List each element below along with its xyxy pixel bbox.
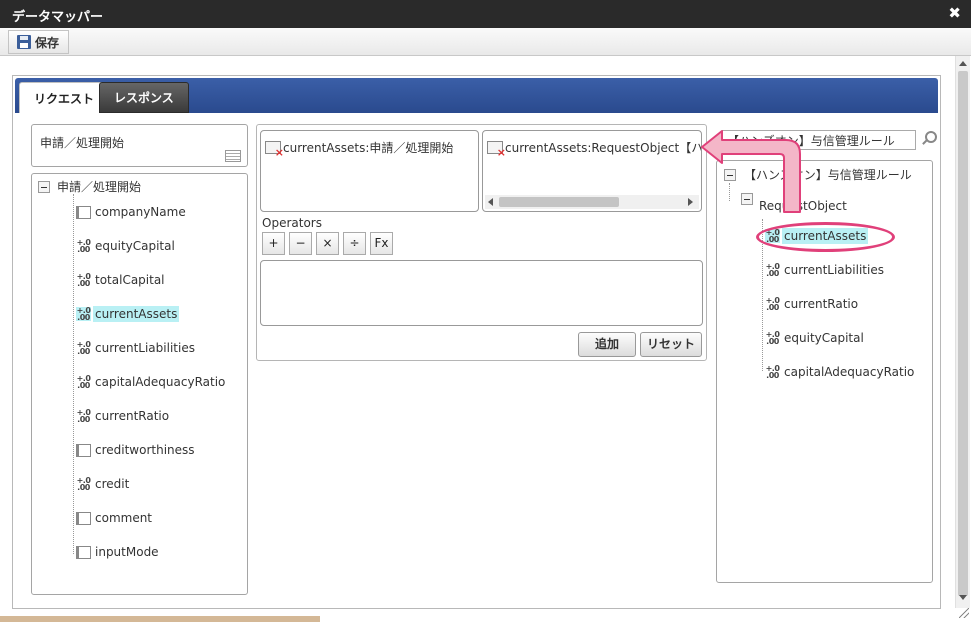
toolbar: 保存 <box>0 28 971 56</box>
save-button-label: 保存 <box>35 35 60 50</box>
tree-node-label: currentLiabilities <box>95 341 195 355</box>
tree-node[interactable]: +.0.00 capitalAdequacyRatio <box>765 363 916 381</box>
tree-node-label: equityCapital <box>784 331 864 345</box>
number-icon: +.0.00 <box>76 272 91 288</box>
tree-connector-line <box>73 194 74 554</box>
request-object-node[interactable]: RequestObject <box>741 191 849 214</box>
scroll-left-icon[interactable] <box>488 198 493 206</box>
tree-node[interactable]: +.0.00 credit <box>76 475 131 493</box>
tree-root-label: 申請／処理開始 <box>57 180 142 194</box>
tree-node[interactable]: creditworthiness <box>76 441 197 459</box>
tree-node-label: capitalAdequacyRatio <box>95 375 226 389</box>
tree-node[interactable]: +.0.00 capitalAdequacyRatio <box>76 373 227 391</box>
tree-node-label: creditworthiness <box>95 443 195 457</box>
request-tree-panel: 申請／処理開始 companyName +.0.00 equityCapital … <box>31 173 248 595</box>
scroll-thumb[interactable] <box>958 71 968 596</box>
tree-node[interactable]: comment <box>76 509 154 527</box>
number-icon: +.0.00 <box>76 408 91 424</box>
rule-tree-root-label: 【ハンズオン】与信管理ルール <box>744 168 912 182</box>
request-tree-root[interactable]: 申請／処理開始 <box>38 177 143 196</box>
collapse-icon[interactable] <box>38 180 50 193</box>
tree-node[interactable]: +.0.00 currentLiabilities <box>76 339 197 357</box>
tab-bar: リクエスト レスポンス <box>15 78 938 113</box>
request-object-label: RequestObject <box>759 199 847 213</box>
tree-node-label: totalCapital <box>95 273 165 287</box>
tree-node[interactable]: +.0.00 currentLiabilities <box>765 261 886 279</box>
plus-operator-button[interactable]: + <box>262 232 285 255</box>
vertical-scrollbar[interactable] <box>955 56 970 608</box>
title-bar: データマッパー ✖ <box>0 0 971 28</box>
bottom-progress-strip <box>0 616 320 622</box>
tree-node-label: capitalAdequacyRatio <box>784 365 915 379</box>
field-icon <box>76 545 91 559</box>
source-expression-box[interactable]: currentAssets:申請／処理開始 <box>260 130 479 212</box>
function-operator-button[interactable]: Fx <box>370 232 393 255</box>
save-button[interactable]: 保存 <box>8 30 70 54</box>
field-icon <box>76 443 91 457</box>
error-field-icon <box>265 141 284 159</box>
tree-node[interactable]: companyName <box>76 203 188 221</box>
tab-request[interactable]: リクエスト <box>19 82 110 113</box>
window-title: データマッパー <box>12 10 104 25</box>
tree-node[interactable]: +.0.00 currentRatio <box>765 295 860 313</box>
tree-node-label-selected: currentAssets <box>93 306 180 322</box>
target-expression-box[interactable]: currentAssets:RequestObject【ハンス <box>482 130 702 212</box>
request-header-label: 申請／処理開始 <box>40 136 125 150</box>
tree-node[interactable]: +.0.00 equityCapital <box>76 237 177 255</box>
minus-operator-button[interactable]: − <box>289 232 312 255</box>
tree-node[interactable]: +.0.00 totalCapital <box>76 271 167 289</box>
search-icon[interactable] <box>921 131 937 146</box>
highlight-ellipse-annotation <box>756 222 895 252</box>
tree-node-label: equityCapital <box>95 239 175 253</box>
error-field-icon <box>487 141 506 159</box>
tree-node-label: currentRatio <box>784 297 859 311</box>
target-expression-text: currentAssets:RequestObject【ハンス <box>505 141 702 155</box>
tree-node-label: credit <box>95 477 130 491</box>
tree-node-label: companyName <box>95 205 186 219</box>
number-icon: +.0.00 <box>76 374 91 390</box>
floppy-disk-icon <box>17 35 31 49</box>
list-view-icon[interactable] <box>225 150 241 162</box>
tab-response[interactable]: レスポンス <box>99 82 189 113</box>
number-icon: +.0.00 <box>765 262 780 278</box>
scroll-down-icon[interactable] <box>959 595 967 600</box>
rule-search-input[interactable] <box>722 130 916 150</box>
number-icon: +.0.00 <box>765 330 780 346</box>
reset-button[interactable]: リセット <box>640 332 702 357</box>
field-icon <box>76 205 91 219</box>
close-icon[interactable]: ✖ <box>948 4 961 22</box>
source-expression-text: currentAssets:申請／処理開始 <box>283 141 454 155</box>
operators-label: Operators <box>262 216 322 230</box>
scroll-up-icon[interactable] <box>959 61 967 66</box>
collapse-icon[interactable] <box>741 193 753 205</box>
tree-node-label: currentRatio <box>95 409 170 423</box>
horizontal-scrollbar[interactable] <box>485 195 699 209</box>
number-icon: +.0.00 <box>76 476 91 492</box>
tree-node[interactable]: +.0.00 currentRatio <box>76 407 171 425</box>
rule-tree-root[interactable]: 【ハンズオン】与信管理ルール <box>724 165 914 184</box>
multiply-operator-button[interactable]: × <box>316 232 339 255</box>
resize-grip-icon[interactable] <box>959 608 969 618</box>
tree-node[interactable]: +.0.00 currentAssets <box>76 305 180 323</box>
collapse-icon[interactable] <box>724 168 736 181</box>
number-icon: +.0.00 <box>765 364 780 380</box>
scroll-right-icon[interactable] <box>688 198 693 206</box>
divide-operator-button[interactable]: ÷ <box>343 232 366 255</box>
request-header-panel: 申請／処理開始 <box>31 124 248 167</box>
add-button[interactable]: 追加 <box>578 332 636 357</box>
field-icon <box>76 511 91 525</box>
number-icon: +.0.00 <box>76 238 91 254</box>
scroll-thumb[interactable] <box>499 197 619 207</box>
tree-node-label: currentLiabilities <box>784 263 884 277</box>
tree-node[interactable]: +.0.00 equityCapital <box>765 329 866 347</box>
tree-node-label: inputMode <box>95 545 159 559</box>
tree-node-label: comment <box>95 511 153 525</box>
number-icon: +.0.00 <box>765 296 780 312</box>
number-icon: +.0.00 <box>76 340 91 356</box>
number-icon: +.0.00 <box>76 306 91 322</box>
tree-node[interactable]: inputMode <box>76 543 161 561</box>
tree-connector-line <box>729 183 730 201</box>
formula-textarea[interactable] <box>260 260 703 326</box>
